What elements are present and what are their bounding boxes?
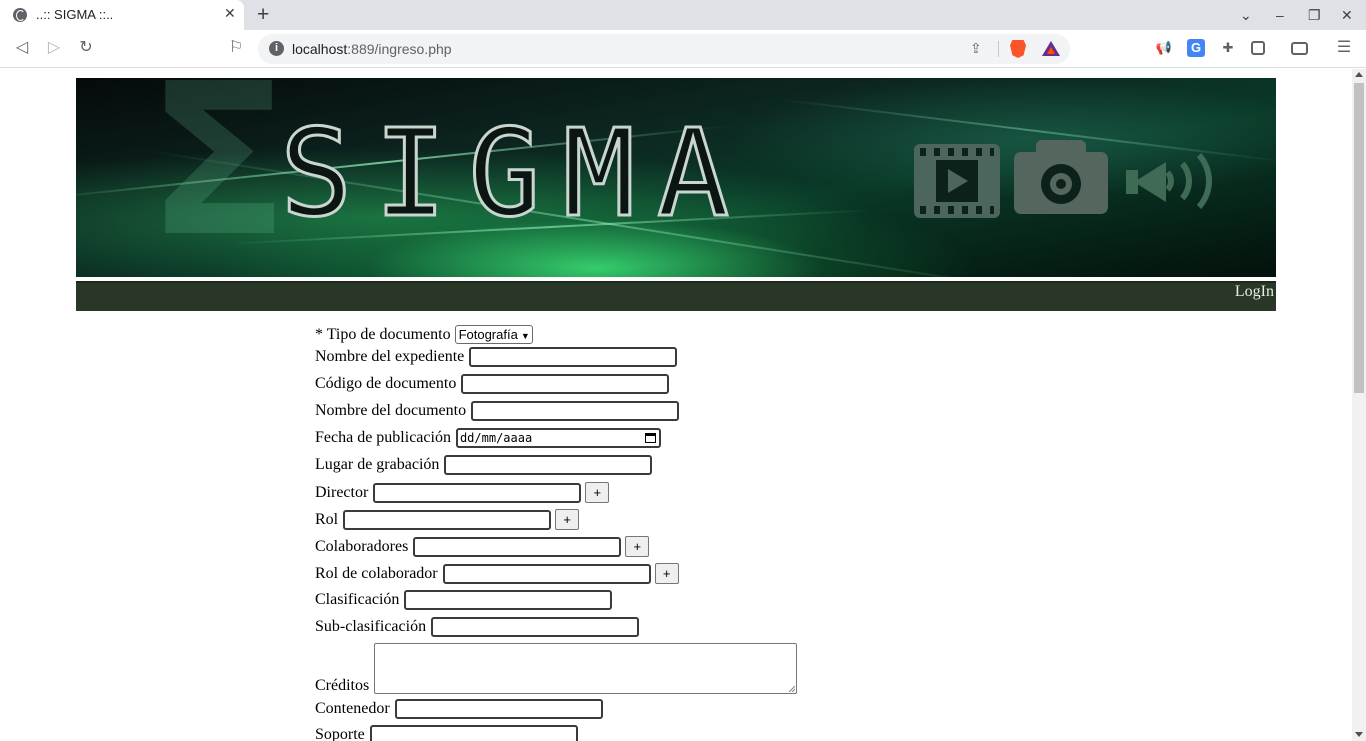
back-icon[interactable]: ◁	[12, 38, 32, 58]
contenedor-label: Contenedor	[315, 700, 390, 717]
menu-icon[interactable]: ☰	[1335, 39, 1353, 57]
director-label: Director	[315, 483, 369, 501]
soporte-label: Soporte	[315, 726, 365, 741]
reload-icon[interactable]: ↻	[76, 38, 96, 58]
fecha-label: Fecha de publicación	[315, 429, 451, 446]
row-nombre-documento: Nombre del documento	[315, 401, 680, 425]
tab-strip: ..:: SIGMA ::.. ✕ + ⌄ – ❐ ✕	[0, 0, 1366, 30]
globe-icon	[13, 8, 27, 22]
soporte-input[interactable]	[369, 725, 578, 741]
url-text[interactable]: localhost:889/ingreso.php	[292, 41, 452, 57]
colaboradores-label: Colaboradores	[315, 537, 409, 555]
fecha-date-input[interactable]: dd/mm/aaaa	[455, 428, 661, 448]
clasificacion-label: Clasificación	[315, 591, 400, 608]
row-subclasificacion: Sub-clasificación	[315, 617, 640, 641]
add-colaborador-button[interactable]: +	[625, 536, 650, 557]
scroll-up-arrow-icon[interactable]	[1355, 72, 1363, 77]
restore-button[interactable]: ❐	[1308, 5, 1321, 25]
row-lugar: Lugar de grabación	[315, 455, 653, 479]
creditos-textarea[interactable]	[374, 643, 797, 694]
rol-input[interactable]	[343, 509, 552, 530]
window-close-button[interactable]: ✕	[1341, 5, 1353, 25]
expediente-input[interactable]	[469, 347, 678, 367]
row-rol: Rol +	[315, 509, 580, 533]
subclasificacion-label: Sub-clasificación	[315, 618, 427, 635]
director-input[interactable]	[373, 482, 582, 503]
row-clasificacion: Clasificación	[315, 590, 613, 614]
row-codigo: Código de documento	[315, 374, 670, 398]
extensions-puzzle-icon[interactable]: ✚	[1219, 39, 1237, 57]
banner-title: SIGMA	[278, 105, 752, 244]
row-soporte: Soporte	[315, 725, 578, 741]
login-link[interactable]: LogIn	[1235, 283, 1274, 301]
scrollbar-thumb[interactable]	[1354, 83, 1364, 393]
sigma-symbol-logo: Σ	[146, 78, 290, 277]
wallet-icon[interactable]	[1291, 42, 1308, 55]
nombre-documento-input[interactable]	[471, 401, 680, 421]
row-expediente: Nombre del expediente	[315, 347, 678, 371]
close-tab-icon[interactable]: ✕	[224, 5, 236, 22]
browser-tab[interactable]: ..:: SIGMA ::.. ✕	[0, 0, 244, 30]
lugar-label: Lugar de grabación	[315, 456, 440, 473]
speaker-icon	[1126, 140, 1222, 222]
forward-icon[interactable]: ▷	[44, 38, 64, 58]
expediente-label: Nombre del expediente	[315, 348, 465, 365]
rol-colaborador-label: Rol de colaborador	[315, 564, 438, 582]
creditos-label: Créditos	[315, 677, 370, 694]
clasificacion-input[interactable]	[404, 590, 613, 610]
resize-grip-icon[interactable]	[789, 686, 795, 692]
tipo-documento-label: * Tipo de documento	[315, 325, 451, 343]
add-rol-colaborador-button[interactable]: +	[654, 563, 679, 584]
brave-rewards-icon[interactable]	[1042, 41, 1060, 56]
address-bar[interactable]: i localhost:889/ingreso.php ⇪	[258, 34, 1070, 64]
brave-shields-icon[interactable]	[1010, 40, 1026, 58]
film-play-icon	[914, 144, 1000, 218]
rol-colaborador-input[interactable]	[442, 563, 651, 584]
codigo-input[interactable]	[461, 374, 670, 394]
row-rol-colaborador: Rol de colaborador +	[315, 563, 679, 587]
row-contenedor: Contenedor	[315, 699, 603, 723]
lugar-input[interactable]	[444, 455, 653, 475]
row-colaboradores: Colaboradores +	[315, 536, 650, 560]
row-fecha: Fecha de publicación dd/mm/aaaa	[315, 428, 661, 452]
site-info-icon[interactable]: i	[269, 41, 284, 56]
row-director: Director +	[315, 482, 610, 506]
add-rol-button[interactable]: +	[555, 509, 580, 530]
tipo-documento-select[interactable]: Fotografía ▼	[454, 325, 533, 344]
contenedor-input[interactable]	[394, 699, 603, 719]
tab-search-icon[interactable]: ⌄	[1240, 5, 1252, 25]
add-director-button[interactable]: +	[585, 482, 610, 503]
navigation-bar: LogIn	[76, 281, 1276, 311]
codigo-label: Código de documento	[315, 375, 457, 392]
sidebar-toggle-icon[interactable]	[1251, 41, 1265, 55]
tab-title: ..:: SIGMA ::..	[36, 7, 114, 22]
bookmark-icon[interactable]: ⚐	[226, 38, 246, 58]
row-tipo-documento: * Tipo de documento Fotografía ▼	[315, 325, 533, 349]
subclasificacion-input[interactable]	[431, 617, 640, 637]
scroll-down-arrow-icon[interactable]	[1355, 732, 1363, 737]
chevron-down-icon: ▼	[520, 331, 530, 341]
share-icon[interactable]: ⇪	[970, 40, 982, 57]
sigma-banner: Σ SIGMA	[76, 78, 1276, 277]
page-viewport: Σ SIGMA LogIn * Tipo de documento Fotogra…	[0, 69, 1352, 741]
translate-extension-icon[interactable]: G	[1187, 39, 1205, 57]
calendar-icon[interactable]	[644, 433, 656, 443]
new-tab-button[interactable]: +	[257, 2, 269, 28]
colaboradores-input[interactable]	[413, 536, 622, 557]
omnibox-divider	[998, 41, 999, 57]
rol-label: Rol	[315, 510, 339, 528]
minimize-button[interactable]: –	[1276, 5, 1284, 25]
page-scrollbar[interactable]	[1352, 69, 1366, 741]
nombre-documento-label: Nombre del documento	[315, 402, 467, 419]
camera-icon	[1014, 140, 1108, 214]
megaphone-extension-icon[interactable]: 📢	[1155, 39, 1173, 57]
